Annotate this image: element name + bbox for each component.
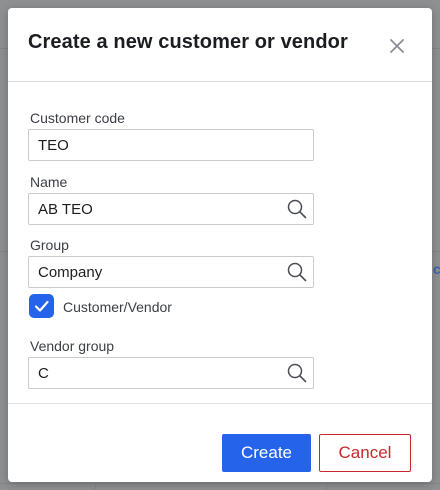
name-search-button[interactable] xyxy=(286,198,308,220)
name-label: Name xyxy=(30,174,68,190)
create-customer-dialog: Create a new customer or vendor Customer… xyxy=(8,8,432,482)
name-input[interactable] xyxy=(28,193,314,225)
search-icon xyxy=(287,262,307,282)
dialog-body: Customer code Name Group Customer/Vendor… xyxy=(8,82,432,402)
background-divider xyxy=(95,483,96,490)
group-search-button[interactable] xyxy=(286,261,308,283)
group-input[interactable] xyxy=(28,256,314,288)
background-clipped-text: c xyxy=(433,261,440,277)
search-icon xyxy=(287,199,307,219)
vendor-group-label: Vendor group xyxy=(30,338,115,354)
group-label: Group xyxy=(30,237,69,253)
background-divider xyxy=(326,483,327,490)
background-divider xyxy=(0,483,440,484)
search-icon xyxy=(287,363,307,383)
dialog-header: Create a new customer or vendor xyxy=(8,8,432,82)
dialog-footer: Create Cancel xyxy=(8,403,432,482)
dialog-title: Create a new customer or vendor xyxy=(28,31,348,53)
vendor-group-search-button[interactable] xyxy=(286,362,308,384)
create-button[interactable]: Create xyxy=(222,434,311,472)
vendor-group-input[interactable] xyxy=(28,357,314,389)
close-button[interactable] xyxy=(384,33,410,59)
close-icon xyxy=(390,39,404,53)
cancel-button[interactable]: Cancel xyxy=(319,434,411,472)
checkmark-icon xyxy=(34,300,49,312)
customer-code-input[interactable] xyxy=(28,129,314,161)
customer-code-label: Customer code xyxy=(30,110,125,126)
customer-vendor-checkbox[interactable] xyxy=(29,294,54,318)
customer-vendor-label: Customer/Vendor xyxy=(63,299,172,315)
